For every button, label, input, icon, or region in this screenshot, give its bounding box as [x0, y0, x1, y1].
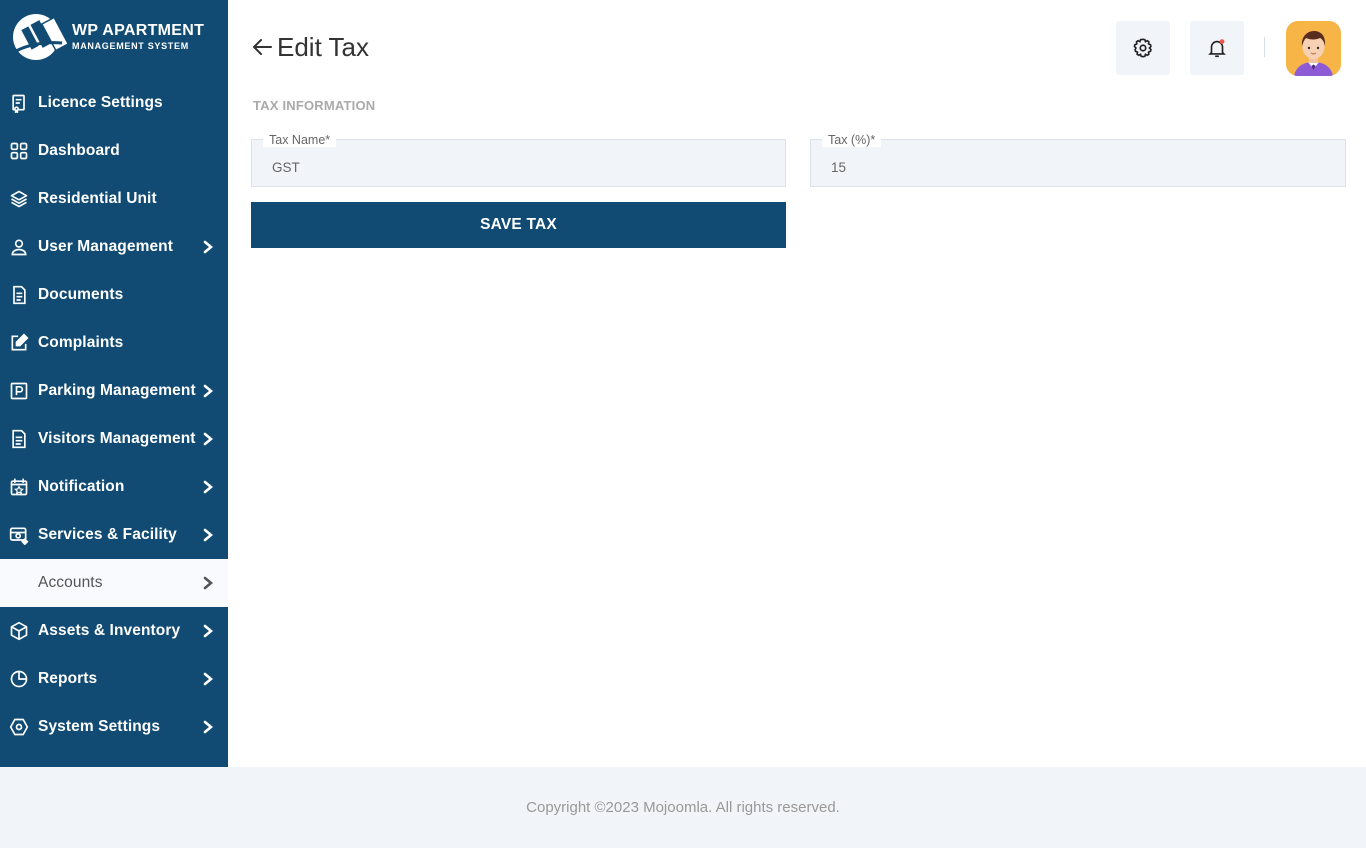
sidebar-item-reports[interactable]: Reports [0, 655, 228, 703]
sidebar-item-assets-inventory[interactable]: Assets & Inventory [0, 607, 228, 655]
page-title: Edit Tax [277, 31, 370, 62]
sidebar-item-parking-management[interactable]: Parking Management [0, 367, 228, 415]
sidebar-item-label: User Management [38, 238, 174, 255]
brand-title: WP APARTMENT [72, 22, 205, 39]
licence-icon [8, 92, 30, 114]
sidebar-item-label: System Settings [38, 718, 161, 735]
sidebar-item-label: Accounts [38, 574, 103, 591]
sidebar-item-visitors-management[interactable]: Visitors Management [0, 415, 228, 463]
sidebar-item-accounts[interactable]: Accounts [0, 559, 228, 607]
chevron-right-icon [203, 720, 214, 734]
arrow-left-icon[interactable] [251, 36, 273, 58]
sidebar-item-label: Notification [38, 478, 125, 495]
parking-icon [8, 380, 30, 402]
sidebar-item-label: Parking Management [38, 382, 196, 399]
sidebar-item-label: Services & Facility [38, 526, 177, 543]
sidebar-item-residential-unit[interactable]: Residential Unit [0, 175, 228, 223]
sidebar-item-complaints[interactable]: Complaints [0, 319, 228, 367]
dashboard-grid-icon [8, 140, 30, 162]
chevron-right-icon [203, 672, 214, 686]
avatar[interactable] [1286, 21, 1341, 76]
gear-icon [1133, 38, 1152, 58]
sidebar-item-label: Residential Unit [38, 190, 157, 207]
chevron-right-icon [203, 528, 214, 542]
pie-chart-icon [8, 668, 30, 690]
chevron-right-icon [203, 384, 214, 398]
accounts-icon [8, 572, 30, 594]
hex-settings-icon [8, 716, 30, 738]
sidebar-item-documents[interactable]: Documents [0, 271, 228, 319]
sidebar-item-label: Licence Settings [38, 94, 163, 111]
sidebar-item-label: Complaints [38, 334, 124, 351]
box-icon [8, 620, 30, 642]
sidebar-menu: Licence Settings Dashboard Residential U… [0, 79, 228, 751]
page-header: Edit Tax [251, 30, 369, 64]
sidebar-item-label: Reports [38, 670, 98, 687]
sidebar-item-user-management[interactable]: User Management [0, 223, 228, 271]
user-icon [8, 236, 30, 258]
tax-name-field: Tax Name* [251, 133, 786, 187]
tax-name-input[interactable] [252, 140, 785, 186]
app-root: WP APARTMENT MANAGEMENT SYSTEM Licence S… [0, 0, 1366, 848]
bell-icon [1208, 39, 1226, 58]
chevron-right-icon [203, 480, 214, 494]
tax-percent-input[interactable] [811, 140, 1345, 186]
settings-button[interactable] [1116, 21, 1170, 75]
layers-icon [8, 188, 30, 210]
copyright-text: Copyright ©2023 Mojoomla. All rights res… [526, 799, 840, 816]
edit-icon [8, 332, 30, 354]
chevron-right-icon [203, 624, 214, 638]
footer: Copyright ©2023 Mojoomla. All rights res… [0, 767, 1366, 848]
sidebar-item-notification[interactable]: Notification [0, 463, 228, 511]
sidebar-item-dashboard[interactable]: Dashboard [0, 127, 228, 175]
sidebar-item-licence-settings[interactable]: Licence Settings [0, 79, 228, 127]
header-divider [1264, 37, 1265, 57]
sidebar-item-label: Assets & Inventory [38, 622, 181, 639]
chevron-right-icon [203, 576, 214, 590]
sidebar-item-label: Documents [38, 286, 124, 303]
building-logo-icon [10, 13, 70, 61]
chevron-right-icon [203, 432, 214, 446]
file-text-icon [8, 428, 30, 450]
sidebar: WP APARTMENT MANAGEMENT SYSTEM Licence S… [0, 0, 228, 767]
sidebar-item-services-facility[interactable]: Services & Facility [0, 511, 228, 559]
notifications-button[interactable] [1190, 21, 1244, 75]
chevron-right-icon [203, 240, 214, 254]
sidebar-item-system-settings[interactable]: System Settings [0, 703, 228, 751]
user-avatar-icon [1294, 31, 1333, 76]
brand-subtitle: MANAGEMENT SYSTEM [72, 41, 189, 51]
sidebar-item-label: Dashboard [38, 142, 120, 159]
calendar-star-icon [8, 476, 30, 498]
section-title: TAX INFORMATION [253, 98, 376, 113]
document-icon [8, 284, 30, 306]
sidebar-item-label: Visitors Management [38, 430, 196, 447]
services-icon [8, 524, 30, 546]
brand-logo[interactable]: WP APARTMENT MANAGEMENT SYSTEM [10, 12, 220, 62]
save-tax-button[interactable]: SAVE TAX [251, 202, 786, 248]
tax-percent-field: Tax (%)* [810, 133, 1346, 187]
